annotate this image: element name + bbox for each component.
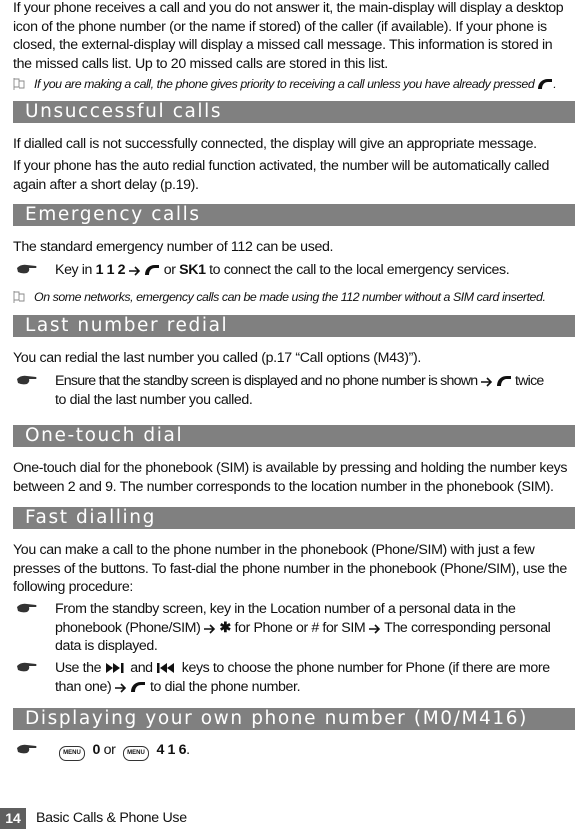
section-header-emergency-calls: Emergency calls [13, 204, 575, 226]
unsuccessful-paragraph-1: If dialled call is not successfully conn… [13, 136, 537, 152]
note-text: On some networks, emergency calls can be… [34, 290, 546, 304]
text: keys to choose the phone number for Phon… [181, 660, 550, 676]
previous-key-icon [157, 663, 175, 673]
text: Ensure that the standby screen is displa… [55, 373, 478, 389]
arrow-right-icon [204, 624, 216, 634]
key-sequence: 0 [92, 742, 101, 758]
text: . [186, 742, 190, 758]
pointing-hand-icon [17, 661, 37, 673]
text-line: closed, the external-display will displa… [13, 37, 553, 54]
text-line: between 2 and 9. The number corresponds … [13, 478, 554, 495]
section-header-fast-dialling: Fast dialling [13, 507, 575, 529]
own-number-bullet: MENU 0 or MENU 4 1 6. [55, 741, 573, 761]
redial-bullet: Ensure that the standby screen is displa… [55, 372, 573, 409]
text-line: icon of the phone number (or the name if… [13, 18, 547, 35]
intro-paragraph: If your phone receives a call and you do… [13, 0, 571, 73]
phone-send-icon [144, 264, 160, 276]
fast-bullet-1: From the standby screen, key in the Loca… [55, 600, 573, 656]
note-end: . [553, 77, 557, 91]
text: than one) [55, 678, 112, 695]
redial-paragraph: You can redial the last number you calle… [13, 350, 421, 366]
text-line: One-touch dial for the phonebook (SIM) i… [13, 460, 568, 476]
key-sequence: 4 1 6 [156, 742, 187, 758]
text: The corresponding personal [384, 619, 551, 636]
text-line: data is displayed. [55, 638, 158, 655]
menu-key-icon: MENU [59, 746, 85, 761]
menu-key-icon: MENU [122, 746, 149, 761]
softkey-label: SK1 [179, 262, 206, 278]
text: and [130, 660, 153, 676]
text-line: You can make a call to the phone number … [13, 542, 535, 558]
text-line: If your phone has the auto redial functi… [13, 158, 550, 174]
page-number: 14 [0, 808, 26, 829]
text-line: If your phone receives a call and you do… [13, 0, 564, 16]
text-line: presses of the buttons. To fast-dial the… [13, 560, 567, 577]
text: Key in [55, 262, 93, 278]
text: to dial the phone number. [150, 678, 301, 695]
onetouch-paragraph: One-touch dial for the phonebook (SIM) i… [13, 459, 571, 496]
fast-paragraph: You can make a call to the phone number … [13, 541, 571, 597]
text: for Phone or # for SIM [234, 619, 366, 636]
pointing-hand-icon [17, 374, 37, 386]
arrow-right-icon [369, 624, 381, 634]
section-header-unsuccessful-calls: Unsuccessful calls [13, 101, 575, 123]
fast-bullet-2: Use the and keys to choose the phone num… [55, 659, 573, 696]
section-header-own-number: Displaying your own phone number (M0/M41… [13, 708, 575, 730]
note-flag-icon [13, 78, 26, 90]
text: or [163, 262, 176, 278]
arrow-right-icon [481, 377, 493, 387]
emergency-bullet: Key in 1 1 2 or SK1 to connect the call … [55, 261, 573, 280]
note-flag-icon [13, 291, 26, 303]
phone-send-icon [537, 78, 553, 90]
chapter-title: Basic Calls & Phone Use [36, 810, 187, 826]
text: or [103, 742, 116, 758]
emergency-paragraph: The standard emergency number of 112 can… [13, 239, 334, 255]
pointing-hand-icon [17, 602, 37, 614]
star-key-icon: ✱ [219, 619, 232, 636]
pointing-hand-icon [17, 743, 37, 755]
text: Use the [55, 660, 102, 676]
note-emergency-no-sim: On some networks, emergency calls can be… [13, 289, 573, 305]
text-line: From the standby screen, key in the Loca… [55, 601, 516, 617]
text-line: the missed calls list. Up to 20 missed c… [13, 55, 388, 72]
arrow-right-icon [129, 266, 141, 276]
section-header-last-number-redial: Last number redial [13, 315, 575, 337]
text-line: to dial the last number you called. [55, 391, 253, 408]
unsuccessful-paragraph-2: If your phone has the auto redial functi… [13, 157, 571, 194]
arrow-right-icon [115, 683, 127, 693]
text: to connect the call to the local emergen… [209, 262, 510, 278]
text-line: following procedure: [13, 579, 133, 596]
text: twice [514, 373, 544, 389]
note-text: If you are making a call, the phone give… [34, 77, 535, 91]
note-priority: If you are making a call, the phone give… [13, 76, 573, 92]
phone-send-icon [130, 681, 146, 693]
text: phonebook (Phone/SIM) [55, 619, 201, 636]
next-key-icon [105, 663, 124, 673]
section-header-one-touch-dial: One-touch dial [13, 425, 575, 447]
pointing-hand-icon [17, 263, 37, 275]
phone-send-icon [496, 375, 512, 387]
text-line: again after a short delay (p.19). [13, 176, 199, 193]
key-sequence: 1 1 2 [95, 262, 126, 278]
